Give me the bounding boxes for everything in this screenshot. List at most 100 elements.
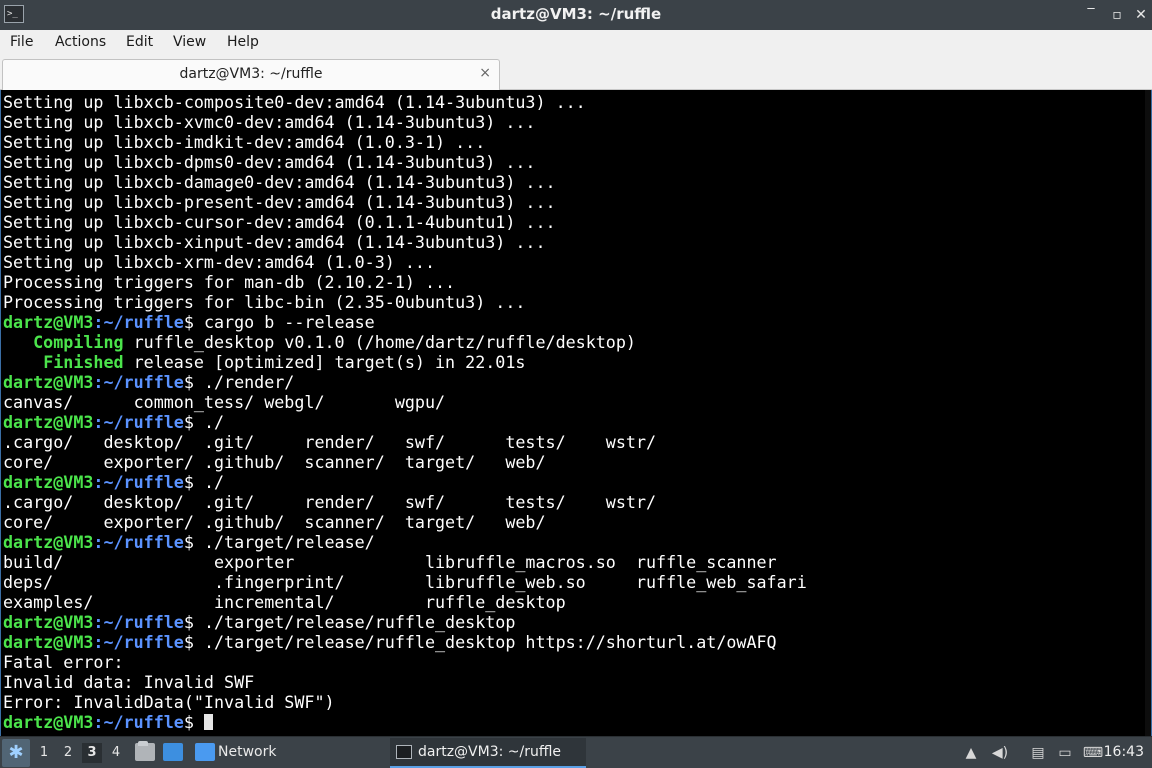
tab-terminal[interactable]: dartz@VM3: ~/ruffle × [2,59,500,90]
prompt-user: dartz@VM3 [3,372,94,392]
terminal-line: Setting up libxcb-dpms0-dev:amd64 (1.14-… [3,152,536,172]
close-icon[interactable]: ✕ [1132,6,1150,24]
prompt-user: dartz@VM3 [3,712,94,732]
menu-help[interactable]: Help [227,34,259,50]
prompt-path: :~/ruffle [93,372,184,392]
tab-bar: dartz@VM3: ~/ruffle × [0,57,1152,90]
speaker-icon[interactable]: ◀) [990,745,1010,761]
terminal-line: canvas/ common_tess/ webgl/ wgpu/ [3,392,446,412]
prompt-path: :~/ruffle [93,712,184,732]
workspace-3[interactable]: 3 [82,743,102,763]
terminal-scrollbar[interactable] [1145,90,1151,736]
terminal-line: Processing triggers for man-db (2.10.2-1… [3,272,456,292]
prompt-user: dartz@VM3 [3,612,94,632]
prompt-user: dartz@VM3 [3,632,94,652]
terminal-line: Invalid data: Invalid SWF [3,672,255,692]
terminal-prompt-line: dartz@VM3:~/ruffle$ ./target/release/ruf… [3,632,807,652]
clipboard-icon[interactable]: ▤ [1028,745,1048,761]
terminal-line: Fatal error: [3,652,124,672]
prompt-symbol: $ [183,412,204,432]
workspace-1[interactable]: 1 [34,743,54,763]
command-text: ./ [203,472,225,492]
terminal-line: Setting up libxcb-damage0-dev:amd64 (1.1… [3,172,556,192]
command-text: ./target/release/ruffle_desktop https://… [203,632,777,652]
display-icon[interactable]: ▭ [1055,745,1075,761]
terminal-line: Setting up libxcb-present-dev:amd64 (1.1… [3,192,556,212]
terminal-line: Error: InvalidData("Invalid SWF") [3,692,335,712]
taskbar-window-terminal[interactable]: dartz@VM3: ~/ruffle [390,738,586,768]
command-text: ./target/release/ [203,532,375,552]
prompt-path: :~/ruffle [93,472,184,492]
prompt-user: dartz@VM3 [3,472,94,492]
terminal-view[interactable]: Setting up libxcb-composite0-dev:amd64 (… [0,90,1152,736]
prompt-user: dartz@VM3 [3,532,94,552]
terminal-line: Setting up libxcb-imdkit-dev:amd64 (1.0.… [3,132,486,152]
prompt-symbol: $ [183,712,204,732]
terminal-prompt-line: dartz@VM3:~/ruffle$ ./target/release/ [3,532,807,552]
taskbar: ✱ 1 2 3 4 Network dartz@VM3: ~/ruffle ▲ … [0,736,1152,768]
menu-edit[interactable]: Edit [126,34,153,50]
terminal-line: Setting up libxcb-xvmc0-dev:amd64 (1.14-… [3,112,536,132]
file-manager-icon[interactable] [135,741,155,761]
terminal-line: Setting up libxcb-cursor-dev:amd64 (0.1.… [3,212,556,232]
status-keyword: Compiling [33,332,124,352]
command-text: cargo b --release [203,312,375,332]
terminal-prompt-line: dartz@VM3:~/ruffle$ [3,712,807,732]
terminal-line: build/ exporter libruffle_macros.so ruff… [3,552,777,572]
window-title: dartz@VM3: ~/ruffle [490,5,662,23]
terminal-line: deps/ .fingerprint/ libruffle_web.so ruf… [3,572,807,592]
status-text: ruffle_desktop v0.1.0 (/home/dartz/ruffl… [123,332,636,352]
command-text: ./render/ [203,372,295,392]
menu-actions[interactable]: Actions [55,34,106,50]
terminal-line: Compiling ruffle_desktop v0.1.0 (/home/d… [3,332,807,352]
prompt-path: :~/ruffle [93,412,184,432]
terminal-line: .cargo/ desktop/ .git/ render/ swf/ test… [3,492,657,512]
text-cursor [203,714,213,730]
tab-close-icon[interactable]: × [479,65,491,81]
network-folder-icon[interactable] [195,743,215,761]
minimize-icon[interactable]: ‾ [1082,6,1100,24]
terminal-line: Processing triggers for libc-bin (2.35-0… [3,292,526,312]
workspace-2[interactable]: 2 [58,743,78,763]
show-desktop-icon[interactable] [163,743,183,761]
terminal-line: Finished release [optimized] target(s) i… [3,352,807,372]
prompt-user: dartz@VM3 [3,312,94,332]
tab-label: dartz@VM3: ~/ruffle [179,66,323,82]
terminal-line: core/ exporter/ .github/ scanner/ target… [3,452,546,472]
menu-view[interactable]: View [173,34,206,50]
terminal-line: Setting up libxcb-xinput-dev:amd64 (1.14… [3,232,546,252]
prompt-symbol: $ [183,472,204,492]
terminal-line: Setting up libxcb-composite0-dev:amd64 (… [3,92,586,112]
terminal-line: examples/ incremental/ ruffle_desktop [3,592,566,612]
workspace-4[interactable]: 4 [106,743,126,763]
terminal-prompt-line: dartz@VM3:~/ruffle$ ./ [3,412,807,432]
network-label[interactable]: Network [218,744,276,760]
status-keyword: Finished [43,352,124,372]
prompt-path: :~/ruffle [93,612,184,632]
keyboard-icon[interactable]: ⌨ [1082,745,1104,761]
command-text: ./target/release/ruffle_desktop [203,612,516,632]
terminal-prompt-line: dartz@VM3:~/ruffle$ ./render/ [3,372,807,392]
start-menu-button[interactable]: ✱ [2,739,30,767]
command-text: ./ [203,412,225,432]
maximize-icon[interactable]: ▫ [1108,6,1126,24]
prompt-path: :~/ruffle [93,312,184,332]
terminal-prompt-line: dartz@VM3:~/ruffle$ ./target/release/ruf… [3,612,807,632]
title-bar: >_ dartz@VM3: ~/ruffle ‾ ▫ ✕ [0,0,1152,30]
prompt-path: :~/ruffle [93,632,184,652]
status-text: release [optimized] target(s) in 22.01s [123,352,526,372]
prompt-symbol: $ [183,312,204,332]
menu-file[interactable]: File [10,34,33,50]
terminal-line: .cargo/ desktop/ .git/ render/ swf/ test… [3,432,657,452]
terminal-line: core/ exporter/ .github/ scanner/ target… [3,512,546,532]
prompt-symbol: $ [183,612,204,632]
clock[interactable]: 16:43 [1104,744,1144,760]
prompt-path: :~/ruffle [93,532,184,552]
status-indent [3,332,33,352]
prompt-symbol: $ [183,532,204,552]
prompt-symbol: $ [183,372,204,392]
status-indent [3,352,43,372]
up-arrow-icon[interactable]: ▲ [962,745,980,761]
task-label: dartz@VM3: ~/ruffle [418,744,562,760]
terminal-output: Setting up libxcb-composite0-dev:amd64 (… [3,92,807,732]
